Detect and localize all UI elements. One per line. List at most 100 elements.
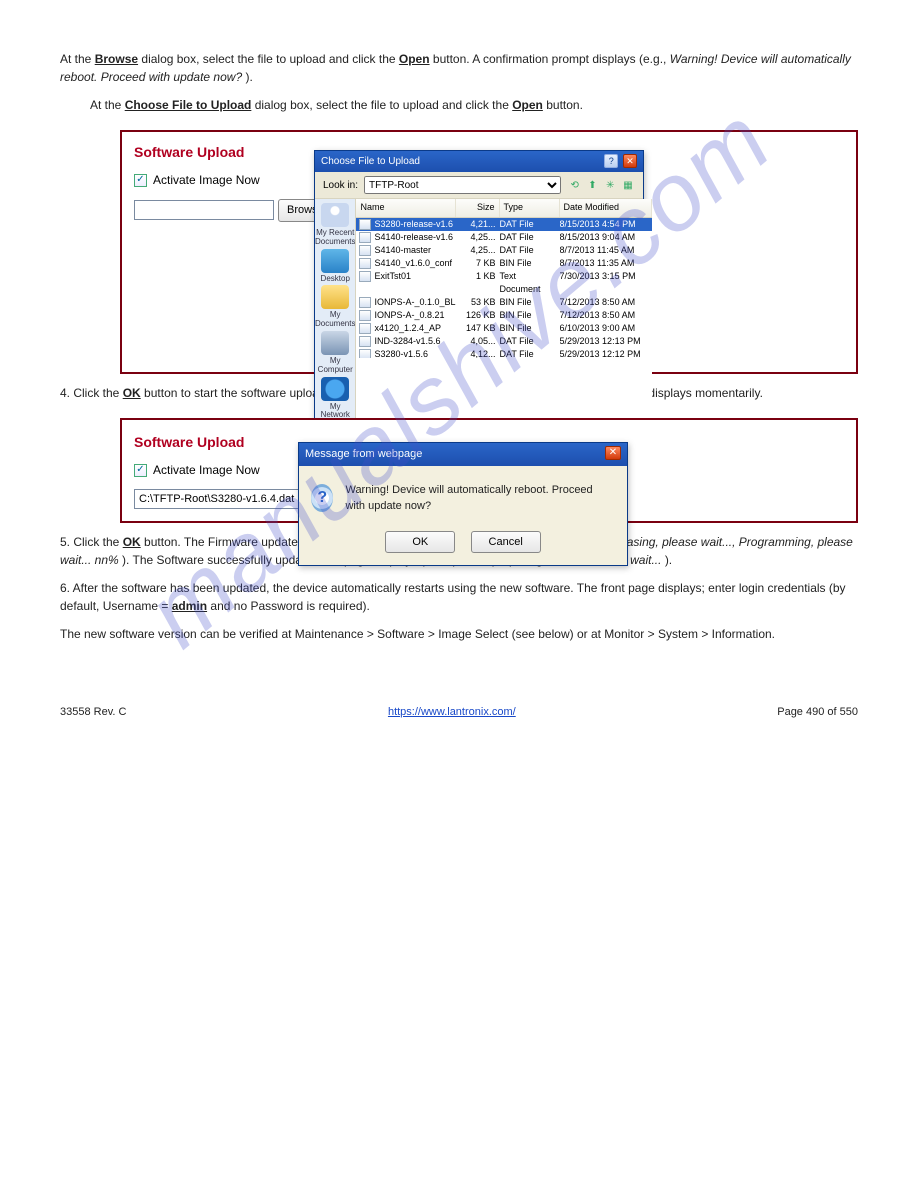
file-date: 6/10/2013 9:00 AM [560, 322, 652, 335]
message-body: ? Warning! Device will automatically reb… [299, 466, 627, 525]
ok-button[interactable]: OK [385, 531, 455, 554]
col-date[interactable]: Date Modified [560, 199, 652, 217]
file-icon [359, 310, 371, 321]
file-icon [359, 349, 371, 358]
file-type: BIN File [500, 296, 560, 309]
close-icon[interactable]: ✕ [623, 154, 637, 168]
file-size: 4,05... [456, 335, 500, 348]
text-frag: ). [245, 70, 252, 84]
file-icon [359, 245, 371, 256]
figure-software-upload-1: Software Upload Activate Image Now Brows… [120, 130, 858, 374]
text-frag: 4. Click the [60, 386, 123, 400]
help-icon[interactable]: ? [604, 154, 618, 168]
file-list: Name Size Type Date Modified S3280-relea… [355, 199, 651, 433]
file-type: DAT File [500, 335, 560, 348]
file-date: 7/12/2013 8:50 AM [560, 309, 652, 322]
file-date: 8/15/2013 4:54 PM [560, 218, 652, 231]
file-row[interactable]: S3280-v1.5.6 4,12... DAT File 5/29/2013 … [356, 348, 651, 358]
file-date: 8/7/2013 11:35 AM [560, 257, 652, 270]
places-bar: My Recent Documents Desktop My Documents… [315, 199, 355, 433]
cancel-button-2[interactable]: Cancel [471, 531, 541, 554]
file-type: BIN File [500, 257, 560, 270]
bold-admin: admin [172, 599, 207, 613]
text-frag: button. [546, 98, 583, 112]
file-name: IND-3284-v1.5.6 [374, 335, 455, 348]
place-mydocs[interactable]: My Documents [315, 285, 355, 329]
file-icon [359, 336, 371, 347]
file-row[interactable]: S4140-master 4,25... DAT File 8/7/2013 1… [356, 244, 651, 257]
lookin-label: Look in: [323, 178, 358, 193]
message-text: Warning! Device will automatically reboo… [345, 482, 615, 515]
message-dialog: Message from webpage ✕ ? Warning! Device… [298, 442, 628, 566]
message-buttons: OK Cancel [299, 525, 627, 566]
page-footer: 33558 Rev. C https://www.lantronix.com/ … [60, 703, 858, 721]
views-icon[interactable]: ▦ [621, 178, 635, 192]
file-size: 147 KB [456, 322, 500, 335]
bold-open: Open [399, 52, 430, 66]
question-icon: ? [311, 484, 333, 512]
file-name: S4140-release-v1.6 [374, 231, 455, 244]
file-size: 4,25... [456, 231, 500, 244]
file-list-header: Name Size Type Date Modified [356, 199, 651, 218]
text-frag: 5. Click the [60, 535, 123, 549]
activate-label-2: Activate Image Now [153, 461, 260, 479]
col-name[interactable]: Name [356, 199, 455, 217]
col-type[interactable]: Type [500, 199, 560, 217]
newfolder-icon[interactable]: ✳ [603, 178, 617, 192]
place-mycomputer[interactable]: My Computer [315, 331, 355, 375]
text-frag: button. A confirmation prompt displays (… [433, 52, 670, 66]
message-titlebar: Message from webpage ✕ [299, 443, 627, 466]
file-type: DAT File [500, 244, 560, 257]
file-icon [359, 297, 371, 308]
bold-browse: Browse [95, 52, 138, 66]
file-row[interactable]: IONPS-A-_0.1.0_BL 53 KB BIN File 7/12/20… [356, 296, 651, 309]
file-date: 7/30/2013 3:15 PM [560, 270, 652, 296]
up-icon[interactable]: ⬆ [585, 178, 599, 192]
file-row[interactable]: IONPS-A-_0.8.21 126 KB BIN File 7/12/201… [356, 309, 651, 322]
file-date: 5/29/2013 12:13 PM [560, 335, 652, 348]
file-row[interactable]: IND-3284-v1.5.6 4,05... DAT File 5/29/20… [356, 335, 651, 348]
file-name: S3280-release-v1.6 [374, 218, 455, 231]
message-close-icon[interactable]: ✕ [605, 446, 621, 460]
file-name: S4140-master [374, 244, 455, 257]
footer-left: 33558 Rev. C [60, 704, 126, 721]
file-row[interactable]: x4120_1.2.4_AP 147 KB BIN File 6/10/2013… [356, 322, 651, 335]
file-type: DAT File [500, 218, 560, 231]
activate-checkbox[interactable] [134, 174, 147, 187]
text-frag: At the [60, 52, 95, 66]
file-type: BIN File [500, 322, 560, 335]
place-recent[interactable]: My Recent Documents [315, 203, 355, 247]
file-path-input[interactable] [134, 200, 274, 220]
activate-checkbox-2[interactable] [134, 464, 147, 477]
col-size[interactable]: Size [456, 199, 500, 217]
file-icon [359, 258, 371, 269]
lookin-dropdown[interactable]: TFTP-Root [364, 176, 561, 194]
file-size: 126 KB [456, 309, 500, 322]
file-row[interactable]: S3280-release-v1.6 4,21... DAT File 8/15… [356, 218, 651, 231]
bold-ok-2: OK [123, 535, 141, 549]
text-frag: ). [665, 553, 672, 567]
message-title: Message from webpage [305, 446, 422, 463]
text-frag: At the [90, 98, 125, 112]
file-icon [359, 232, 371, 243]
figure-software-upload-2: Software Upload Activate Image Now Messa… [120, 418, 858, 523]
titlebar-icons: ? ✕ [602, 154, 637, 169]
file-path-input-2[interactable] [134, 489, 304, 509]
file-type: BIN File [500, 309, 560, 322]
file-size: 4,12... [456, 348, 500, 358]
footer-link[interactable]: https://www.lantronix.com/ [388, 704, 516, 721]
file-date: 8/7/2013 11:45 AM [560, 244, 652, 257]
back-icon[interactable]: ⟲ [568, 178, 582, 192]
file-icon [359, 271, 371, 282]
file-row[interactable]: S4140_v1.6.0_conf 7 KB BIN File 8/7/2013… [356, 257, 651, 270]
place-desktop[interactable]: Desktop [321, 249, 350, 284]
file-size: 53 KB [456, 296, 500, 309]
file-size: 4,21... [456, 218, 500, 231]
file-dialog-titlebar: Choose File to Upload ? ✕ [315, 151, 643, 172]
note-version: The new software version can be verified… [60, 625, 858, 643]
file-date: 8/15/2013 9:04 AM [560, 231, 652, 244]
file-row[interactable]: ExitTst01 1 KB Text Document 7/30/2013 3… [356, 270, 651, 296]
file-row[interactable]: S4140-release-v1.6 4,25... DAT File 8/15… [356, 231, 651, 244]
file-dialog-title: Choose File to Upload [321, 154, 420, 169]
bold-open2: Open [512, 98, 543, 112]
